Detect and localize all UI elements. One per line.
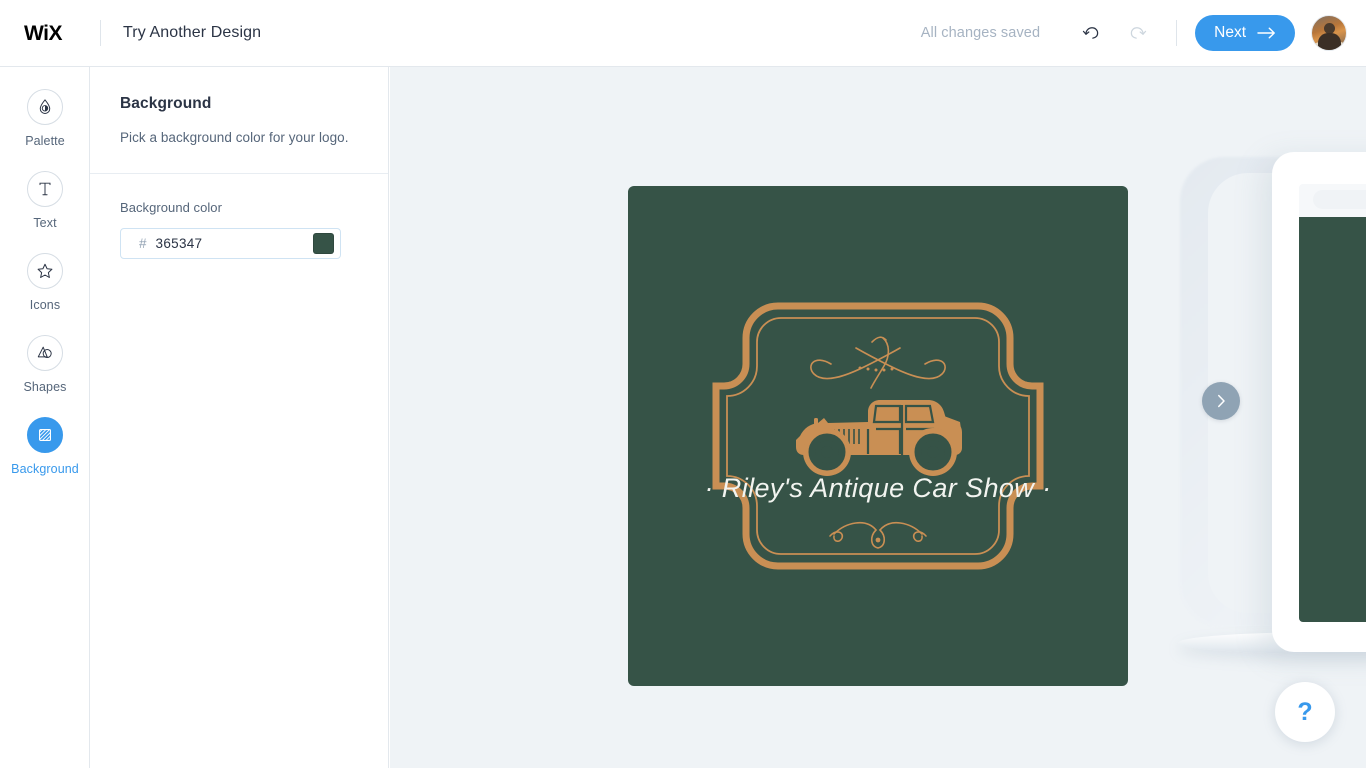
sidebar-item-icons[interactable]: Icons [0,253,90,335]
avatar[interactable] [1311,15,1347,51]
mockup-url-bar: https://www.m [1313,190,1366,209]
app-header: WiX Try Another Design All changes saved… [0,0,1366,67]
next-button-label: Next [1214,24,1246,41]
shapes-icon [37,346,52,359]
sidebar-item-label: Palette [25,134,65,148]
arrow-right-icon [1257,27,1275,39]
sidebar-item-palette[interactable]: Palette [0,89,90,171]
help-button[interactable]: ? [1275,682,1335,742]
header-actions: All changes saved Next [921,15,1347,51]
header-divider [100,20,101,46]
left-rail: Palette Text Icons Shapes Background [0,67,90,768]
svg-text:WiX: WiX [24,22,62,45]
logo-preview-canvas[interactable]: · Riley's Antique Car Show · [628,186,1128,686]
panel-body: Background color # 365347 [90,174,388,260]
flourish-center-dot [875,537,881,543]
avatar-photo-body [1318,33,1341,50]
sidebar-item-text[interactable]: Text [0,171,90,253]
sidebar-item-label: Icons [29,298,61,312]
panel-title: Background [120,95,212,112]
flourish-scroll-icon [829,522,927,549]
undo-arrow-icon [1082,26,1098,39]
sidebar-item-shapes[interactable]: Shapes [0,335,90,417]
next-button[interactable]: Next [1195,15,1295,51]
hatch-square-icon [39,429,51,441]
mockup-screen: https://www.m [1299,184,1366,622]
background-color-label: Background color [120,200,222,216]
page-title: Try Another Design [123,24,262,41]
svg-text:· Riley's Antique Car Show ·: · Riley's Antique Car Show · [705,473,1052,503]
panel-subtitle: Pick a background color for your logo. [120,130,349,145]
redo-button[interactable] [1120,16,1154,50]
background-icon-circle [27,417,63,453]
logo-business-name: · Riley's Antique Car Show · [705,473,1052,503]
hash-symbol: # [139,236,147,252]
mockup-page-background [1299,217,1366,622]
sidebar-item-label: Text [33,216,57,230]
flourish-infinity-icon [810,336,946,389]
droplet-icon [39,99,51,114]
hex-value[interactable]: 365347 [156,236,203,251]
sidebar-item-background[interactable]: Background [0,417,90,499]
preview-stage: https://www.m [390,67,1366,768]
redo-arrow-icon [1130,26,1146,39]
shapes-icon-circle [27,335,63,371]
palette-icon-circle [27,89,63,125]
text-t-icon [39,182,51,196]
undo-button[interactable] [1074,16,1108,50]
background-color-input[interactable]: # 365347 [120,228,341,260]
wix-logo[interactable]: WiX [24,20,78,46]
question-mark-icon: ? [1297,697,1313,726]
logo-artwork: · Riley's Antique Car Show · [705,302,1052,570]
icons-icon-circle [27,253,63,289]
star-icon [37,263,53,278]
next-design-button[interactable] [1202,382,1240,420]
background-panel: Background Pick a background color for y… [90,67,389,768]
color-swatch[interactable] [313,233,334,255]
chevron-right-icon [1218,394,1225,408]
sidebar-item-label: Background [11,462,79,476]
save-status: All changes saved [920,25,1041,41]
text-icon-circle [27,171,63,207]
panel-header: Background Pick a background color for y… [90,67,388,173]
mockup-device-body: https://www.m [1272,152,1366,652]
sidebar-item-label: Shapes [23,380,67,394]
header-actions-separator [1176,20,1178,46]
